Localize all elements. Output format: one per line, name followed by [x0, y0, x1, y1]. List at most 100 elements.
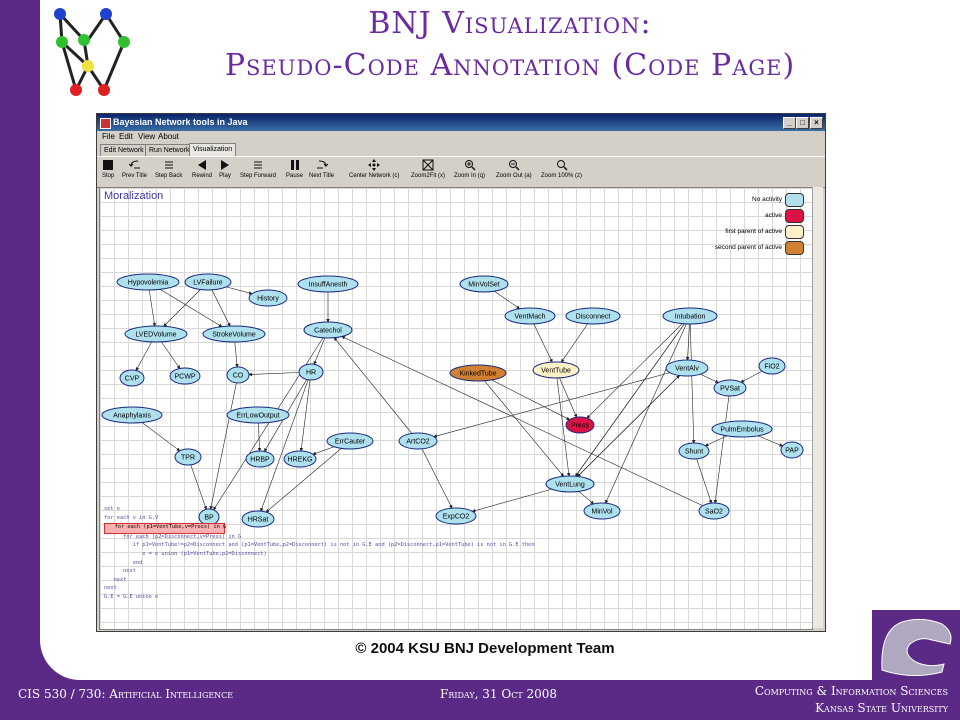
- graph-node-fio2[interactable]: FiO2: [758, 357, 786, 375]
- minimize-button[interactable]: _: [783, 117, 796, 129]
- graph-edge: [689, 315, 696, 444]
- zoom-100-label: Zoom 100% (z): [541, 173, 583, 179]
- graph-node-pulmembolus[interactable]: PulmEmbolus: [711, 420, 773, 438]
- code-line: next: [104, 576, 127, 583]
- graph-node-label: CO: [233, 373, 244, 380]
- close-button[interactable]: ×: [810, 117, 823, 129]
- graph-edge: [209, 374, 239, 510]
- step-forward-button[interactable]: Step Forward: [240, 159, 276, 179]
- footer-university: Kansas State University: [815, 701, 948, 715]
- graph-node-tpr[interactable]: TPR: [174, 448, 202, 466]
- graph-node-label: VentLung: [555, 482, 585, 489]
- menu-edit[interactable]: Edit: [119, 132, 133, 141]
- prev-title-button[interactable]: Prev Title: [122, 159, 147, 179]
- code-line-highlighted: for each (p1=VentTube,v=Press) in G: [104, 523, 226, 534]
- toolbar: Stop Prev Title Step Back Rewind Play St…: [97, 156, 825, 188]
- pause-button[interactable]: Pause: [286, 159, 303, 179]
- pause-icon: [290, 160, 299, 170]
- center-network-button[interactable]: Center Network (c): [349, 159, 399, 179]
- graph-node-kinkedtube[interactable]: KinkedTube: [449, 364, 507, 382]
- step-forward-label: Step Forward: [240, 173, 277, 179]
- graph-node-label: Hypovolemia: [128, 280, 169, 287]
- network-canvas[interactable]: Moralization Hypovolemia LVFailure History…: [99, 187, 813, 630]
- menu-view[interactable]: View: [138, 132, 155, 141]
- graph-node-label: History: [257, 296, 279, 303]
- menu-about[interactable]: About: [158, 132, 179, 141]
- graph-node-artco2[interactable]: ArtCO2: [398, 432, 438, 450]
- play-icon: [221, 160, 229, 170]
- graph-node-insuffanesth[interactable]: InsuffAnesth: [297, 275, 359, 293]
- graph-node-label: LVEDVolume: [135, 332, 176, 339]
- legend-swatch: [785, 193, 804, 207]
- stop-button[interactable]: Stop: [102, 159, 114, 179]
- footer: CIS 530 / 730: Artificial Intelligence F…: [0, 680, 960, 720]
- graph-node-errlowoutput[interactable]: ErrLowOutput: [226, 406, 290, 424]
- graph-node-co[interactable]: CO: [226, 366, 250, 384]
- graph-node-label: ErrLowOutput: [236, 413, 279, 420]
- code-line: if p1=VentTube!=p2=Disconnect and (p1=Ve…: [104, 542, 535, 549]
- graph-node-anaphylaxis[interactable]: Anaphylaxis: [101, 406, 163, 424]
- graph-node-ventlung[interactable]: VentLung: [545, 475, 595, 493]
- graph-node-label: KinkedTube: [459, 371, 496, 378]
- graph-node-cvp[interactable]: CVP: [119, 369, 145, 387]
- graph-node-pap[interactable]: PAP: [780, 441, 804, 459]
- graph-node-label: PCWP: [175, 374, 196, 381]
- graph-node-shunt[interactable]: Shunt: [678, 442, 710, 460]
- tab-edit-network[interactable]: Edit Network: [100, 144, 148, 156]
- tab-run-network[interactable]: Run Network: [145, 144, 194, 156]
- graph-node-label: HR: [306, 370, 316, 377]
- graph-node-label: VentTube: [541, 368, 571, 375]
- rewind-label: Rewind: [192, 173, 213, 179]
- step-back-button[interactable]: Step Back: [155, 159, 182, 179]
- graph-node-minvolset[interactable]: MinVolSet: [459, 275, 509, 293]
- graph-node-strokevolume[interactable]: StrokeVolume: [202, 325, 266, 343]
- graph-node-label: PVSat: [720, 386, 740, 393]
- graph-edge: [605, 315, 691, 504]
- play-button[interactable]: Play: [219, 159, 231, 179]
- graph-node-disconnect[interactable]: Disconnect: [565, 307, 621, 325]
- app-window: Bayesian Network tools in Java _ □ × Fil…: [96, 113, 826, 632]
- graph-node-catechol[interactable]: Catechol: [303, 321, 353, 339]
- play-label: Play: [219, 173, 231, 179]
- graph-node-ventmach[interactable]: VentMach: [504, 307, 556, 325]
- graph-node-errcauter[interactable]: ErrCauter: [326, 432, 374, 450]
- graph-node-hr[interactable]: HR: [298, 363, 324, 381]
- graph-node-intubation[interactable]: Intubation: [662, 307, 718, 325]
- graph-node-press[interactable]: Press: [565, 416, 595, 434]
- graph-node-pvsat[interactable]: PVSat: [713, 379, 747, 397]
- graph-edge: [713, 387, 731, 504]
- graph-node-ventalv[interactable]: VentAlv: [665, 359, 709, 377]
- app-icon: [100, 118, 111, 129]
- graph-node-label: Catechol: [314, 328, 342, 335]
- graph-node-lvfailure[interactable]: LVFailure: [184, 273, 232, 291]
- window-titlebar[interactable]: Bayesian Network tools in Java _ □ ×: [97, 114, 825, 131]
- graph-node-venttube[interactable]: VentTube: [532, 361, 580, 379]
- graph-node-history[interactable]: History: [248, 289, 288, 307]
- graph-node-pcwp[interactable]: PCWP: [169, 367, 201, 385]
- zoom-out-button[interactable]: Zoom Out (a): [496, 159, 532, 179]
- rewind-button[interactable]: Rewind: [192, 159, 212, 179]
- zoom-in-button[interactable]: Zoom In (q): [454, 159, 485, 179]
- graph-node-label: PAP: [785, 448, 799, 455]
- ksu-wildcat-logo-icon: [872, 610, 960, 680]
- next-title-button[interactable]: Next Title: [309, 159, 334, 179]
- graph-node-label: Shunt: [685, 449, 703, 456]
- graph-node-hrbp[interactable]: HRBP: [245, 450, 275, 468]
- tab-visualization[interactable]: Visualization: [189, 143, 237, 156]
- graph-node-hrekg[interactable]: HREKG: [283, 450, 317, 468]
- graph-node-label: CVP: [125, 376, 140, 383]
- zoom2fit-button[interactable]: Zoom2Fit (x): [411, 159, 445, 179]
- next-title-icon: [316, 160, 328, 169]
- graph-node-hypovolemia[interactable]: Hypovolemia: [116, 273, 180, 291]
- legend-label: No activity: [752, 196, 782, 203]
- legend-swatch: [785, 241, 804, 255]
- maximize-button[interactable]: □: [796, 117, 809, 129]
- zoom-out-icon: [508, 160, 520, 171]
- code-line: end: [104, 559, 143, 566]
- graph-node-lvedvolume[interactable]: LVEDVolume: [124, 325, 188, 343]
- graph-node-label: VentAlv: [675, 366, 699, 373]
- vertical-scrollbar[interactable]: [812, 187, 823, 628]
- menu-file[interactable]: File: [102, 132, 115, 141]
- zoom-100-button[interactable]: Zoom 100% (z): [541, 159, 582, 179]
- left-border: [0, 0, 40, 680]
